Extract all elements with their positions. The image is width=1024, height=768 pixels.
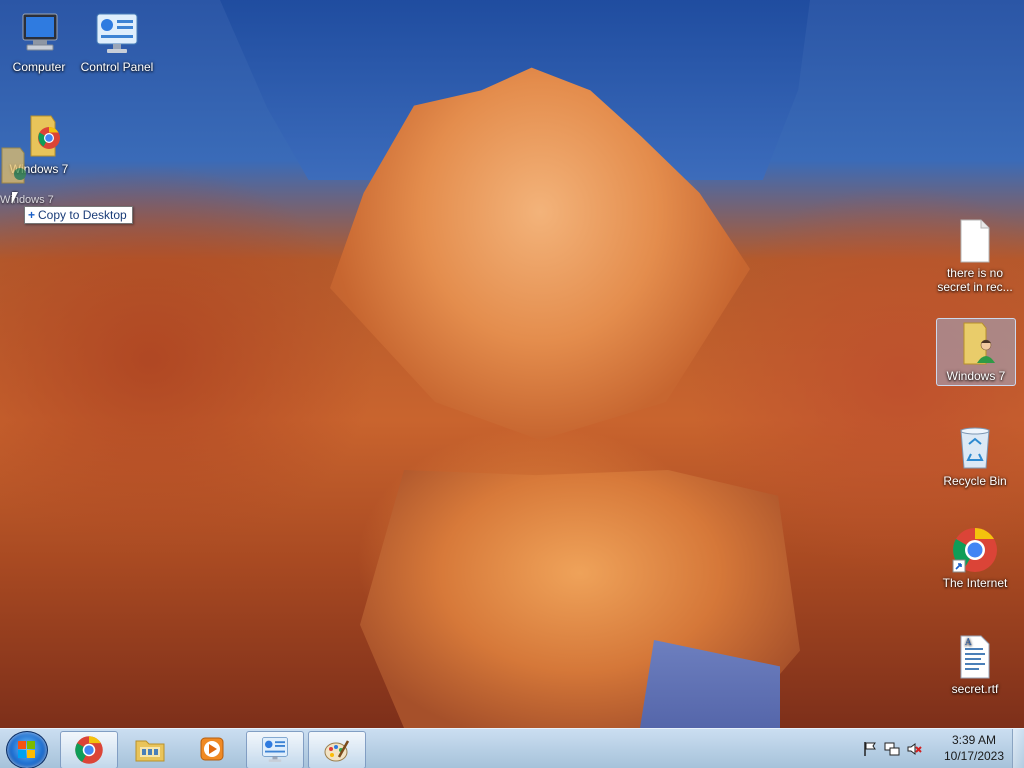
system-tray bbox=[862, 729, 922, 768]
mouse-cursor bbox=[12, 192, 18, 204]
desktop-icon-label: Windows 7 bbox=[946, 369, 1006, 383]
taskbar: 3:39 AM 10/17/2023 bbox=[0, 728, 1024, 768]
network-icon[interactable] bbox=[884, 741, 900, 757]
desktop-icon-label: Control Panel bbox=[80, 60, 154, 74]
paint-icon bbox=[324, 740, 350, 762]
taskbar-clock[interactable]: 3:39 AM 10/17/2023 bbox=[936, 732, 1012, 764]
desktop-icon-label: there is no secret in rec... bbox=[937, 266, 1013, 294]
chrome-icon bbox=[75, 736, 103, 764]
desktop-icon-windows7-folder-selected[interactable]: Windows 7 bbox=[936, 318, 1016, 386]
desktop-icon-secret-txt[interactable]: there is no secret in rec... bbox=[936, 216, 1014, 294]
desktop-icon-recycle-bin[interactable]: Recycle Bin bbox=[936, 424, 1014, 488]
desktop-icon-the-internet[interactable]: The Internet bbox=[936, 526, 1014, 590]
start-button[interactable] bbox=[6, 731, 48, 768]
desktop-icon-label: Computer bbox=[12, 60, 66, 74]
chrome-shortcut-icon bbox=[951, 526, 999, 574]
desktop-icon-label: The Internet bbox=[942, 576, 1008, 590]
windows-start-icon bbox=[18, 741, 36, 759]
control-panel-icon bbox=[93, 10, 141, 58]
rtf-file-icon: A bbox=[951, 632, 999, 680]
volume-muted-icon[interactable] bbox=[906, 741, 922, 757]
drag-ghost: Windows 7 bbox=[0, 140, 70, 206]
drag-tooltip: + Copy to Desktop bbox=[24, 206, 133, 224]
svg-text:A: A bbox=[964, 638, 972, 648]
recycle-bin-icon bbox=[951, 424, 999, 472]
action-center-flag-icon[interactable] bbox=[862, 741, 878, 757]
desktop-icon-label: Recycle Bin bbox=[943, 474, 1007, 488]
desktop-icon-control-panel[interactable]: Control Panel bbox=[78, 10, 156, 74]
desktop-icon-computer[interactable]: Computer bbox=[0, 10, 78, 74]
taskbar-explorer-button[interactable] bbox=[122, 731, 178, 767]
taskbar-media-player-button[interactable] bbox=[184, 731, 240, 767]
user-folder-icon bbox=[952, 319, 1000, 367]
control-panel-icon bbox=[262, 737, 288, 762]
taskbar-chrome-button[interactable] bbox=[60, 731, 118, 768]
plus-icon: + bbox=[28, 208, 36, 222]
clock-time: 3:39 AM bbox=[951, 733, 997, 747]
taskbar-control-panel-button[interactable] bbox=[246, 731, 304, 768]
show-desktop-button[interactable] bbox=[1012, 729, 1024, 768]
computer-icon bbox=[15, 10, 63, 58]
media-player-icon bbox=[200, 737, 224, 761]
drag-tooltip-text: Copy to Desktop bbox=[38, 208, 127, 222]
folder-icon bbox=[1, 147, 26, 184]
clock-date: 10/17/2023 bbox=[943, 749, 1005, 763]
file-explorer-icon bbox=[135, 740, 165, 762]
desktop-icon-secret-rtf[interactable]: A secret.rtf bbox=[936, 632, 1014, 696]
text-file-icon bbox=[951, 216, 999, 264]
taskbar-paint-button[interactable] bbox=[308, 731, 366, 768]
desktop-icon-label: secret.rtf bbox=[951, 682, 999, 696]
drag-ghost-label: Windows 7 bbox=[0, 194, 54, 206]
